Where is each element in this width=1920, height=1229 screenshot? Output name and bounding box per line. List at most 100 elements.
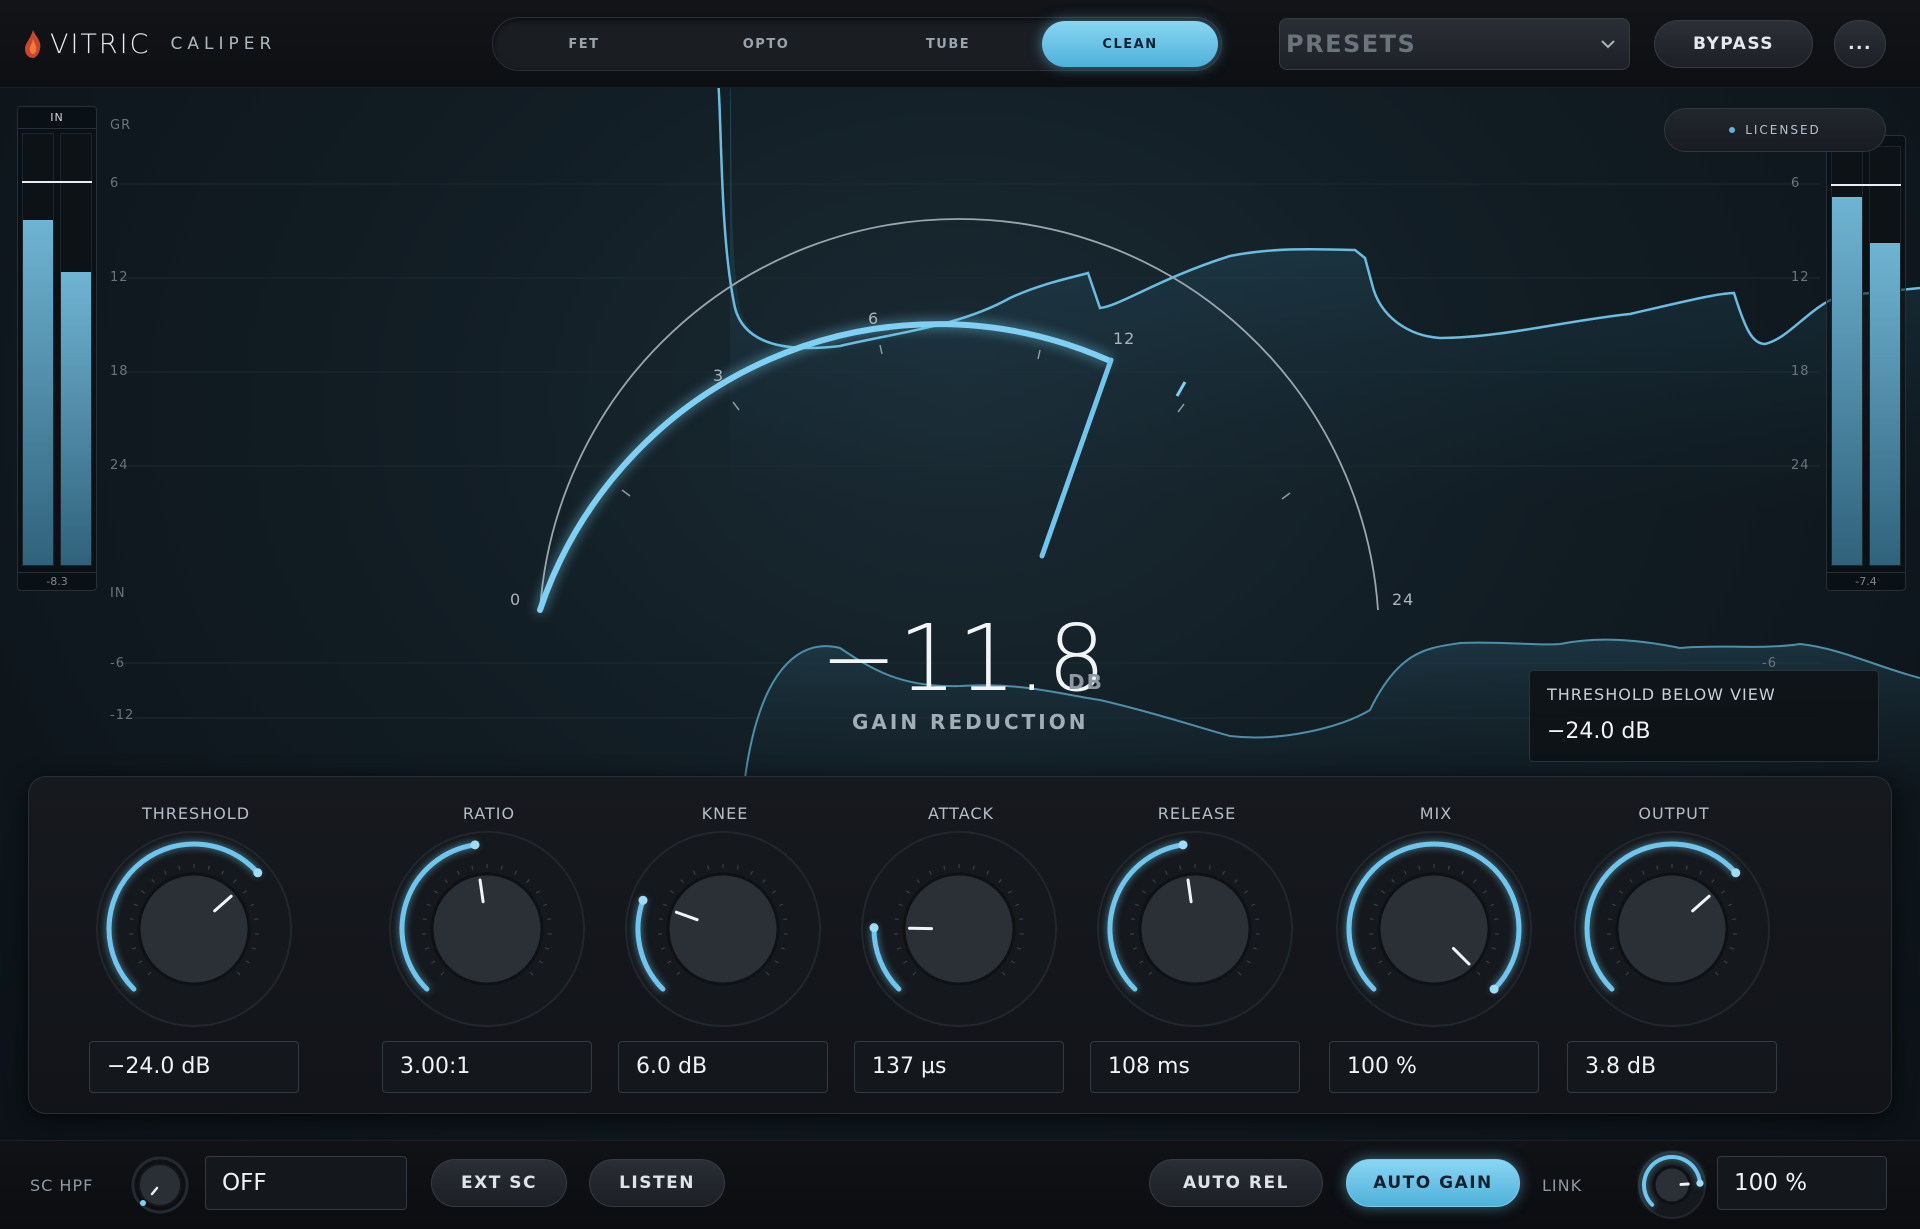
knob-value-dot xyxy=(1731,868,1741,878)
mix-value-field[interactable]: 100 % xyxy=(1329,1041,1539,1093)
knob-panel: THRESHOLD −24.0 dB RATIO 3.00:1 KNEE 6.0… xyxy=(28,776,1892,1114)
knob-tick xyxy=(1369,918,1374,921)
more-options-button[interactable]: ... xyxy=(1834,20,1886,68)
auto-gain-button[interactable]: AUTO GAIN xyxy=(1346,1159,1520,1207)
input-meter-left-track xyxy=(22,133,54,566)
threshold-label: THRESHOLD xyxy=(141,804,251,823)
output-meter-left-track xyxy=(1831,146,1863,566)
listen-button[interactable]: LISTEN xyxy=(589,1159,725,1207)
auto-release-button[interactable]: AUTO REL xyxy=(1149,1159,1323,1207)
mode-tab-tube[interactable]: TUBE xyxy=(860,21,1036,67)
link-knob[interactable] xyxy=(1637,1150,1707,1220)
knob-tick xyxy=(1607,918,1612,921)
knob-tick xyxy=(783,918,788,921)
release-value-field[interactable]: 108 ms xyxy=(1090,1041,1300,1093)
attack-value-field[interactable]: 137 µs xyxy=(854,1041,1064,1093)
in-scale-tick: -6 xyxy=(110,656,125,671)
gr-scale-tick: 6 xyxy=(110,176,120,191)
knob-tick xyxy=(658,918,663,921)
in-scale-label: IN xyxy=(110,586,126,601)
knob-face xyxy=(1377,872,1491,986)
link-label: LINK xyxy=(1542,1176,1583,1195)
input-meter-header: IN xyxy=(18,107,96,129)
input-meter: IN -8.3 xyxy=(17,106,97,591)
input-meter-peak xyxy=(22,180,92,183)
link-value-field[interactable]: 100 % xyxy=(1717,1156,1887,1210)
output-meter-right-track xyxy=(1869,146,1901,566)
mode-tab-opto[interactable]: OPTO xyxy=(678,21,854,67)
status-dot-icon xyxy=(1729,127,1736,133)
license-badge[interactable]: LICENSED xyxy=(1664,108,1886,152)
gain-reduction-value: −11.8 xyxy=(820,605,1107,712)
chevron-down-icon xyxy=(1601,40,1615,49)
ratio-value-field[interactable]: 3.00:1 xyxy=(382,1041,592,1093)
output-knob[interactable] xyxy=(1572,829,1772,1029)
presets-dropdown[interactable]: PRESETS xyxy=(1279,18,1630,70)
knob-tick xyxy=(1732,918,1737,921)
ratio-control: RATIO 3.00:1 xyxy=(382,777,596,1115)
gain-reduction-caption: GAIN REDUCTION xyxy=(852,710,1089,734)
knob-tick xyxy=(422,918,427,921)
gr-arc-label: 0 xyxy=(510,590,522,609)
sc-hpf-label: SC HPF xyxy=(30,1176,94,1195)
knob-value-dot xyxy=(253,868,263,878)
mode-tab-label: OPTO xyxy=(742,36,790,52)
input-meter-right-bar xyxy=(61,271,91,565)
knob-value-dot xyxy=(470,840,480,850)
threshold-value-field[interactable]: −24.0 dB xyxy=(89,1041,299,1093)
product-name: CALIPER xyxy=(170,34,277,54)
gr-arc-label: 12 xyxy=(1113,329,1136,348)
gain-reduction-unit: DB xyxy=(1068,670,1104,694)
knob-value-dot xyxy=(869,923,879,933)
knob-value-dot xyxy=(1696,1179,1704,1187)
mode-selector: FET OPTO TUBE CLEAN xyxy=(492,17,1222,71)
knob-face xyxy=(1615,872,1729,986)
output-value-field[interactable]: 3.8 dB xyxy=(1567,1041,1777,1093)
release-knob[interactable] xyxy=(1095,829,1295,1029)
threshold-tooltip-value: −24.0 dB xyxy=(1547,719,1651,744)
input-meter-left-bar xyxy=(23,220,53,565)
attack-knob[interactable] xyxy=(859,829,1059,1029)
knee-label: KNEE xyxy=(701,804,749,823)
sc-hpf-knob[interactable] xyxy=(130,1155,190,1215)
knob-face xyxy=(666,872,780,986)
output-label: OUTPUT xyxy=(1638,804,1710,823)
threshold-tooltip-title: THRESHOLD BELOW VIEW xyxy=(1547,685,1776,704)
gr-scale-tick: 12 xyxy=(110,270,129,285)
knee-control: KNEE 6.0 dB xyxy=(618,777,832,1115)
knob-tick xyxy=(1255,918,1260,921)
threshold-knob[interactable] xyxy=(94,829,294,1029)
knob-tick xyxy=(1019,918,1024,921)
mix-label: MIX xyxy=(1419,804,1453,823)
knob-face xyxy=(430,872,544,986)
right-scale-tick: -6 xyxy=(1762,656,1777,671)
output-control: OUTPUT 3.8 dB xyxy=(1567,777,1781,1115)
output-meter-right-bar xyxy=(1870,243,1900,565)
knob-tick xyxy=(1494,918,1499,921)
knee-knob[interactable] xyxy=(623,829,823,1029)
knob-face xyxy=(137,872,251,986)
gr-scale-tick: 18 xyxy=(110,364,129,379)
mix-control: MIX 100 % xyxy=(1329,777,1543,1115)
knob-value-dot xyxy=(1489,984,1499,994)
presets-label: PRESETS xyxy=(1286,30,1417,58)
top-bar: VITRIC CALIPER FET OPTO TUBE CLEAN PRESE… xyxy=(0,0,1920,88)
mode-tab-fet[interactable]: FET xyxy=(496,21,672,67)
threshold-control: THRESHOLD −24.0 dB xyxy=(89,777,303,1115)
bypass-button[interactable]: BYPASS xyxy=(1654,20,1813,68)
mode-tab-clean[interactable]: CLEAN xyxy=(1042,21,1218,67)
knob-value-dot xyxy=(638,895,648,905)
input-meter-value: -8.3 xyxy=(18,572,96,590)
sc-hpf-value-field[interactable]: OFF xyxy=(205,1156,407,1210)
mode-tab-label: CLEAN xyxy=(1102,36,1158,52)
ratio-knob[interactable] xyxy=(387,829,587,1029)
output-meter-value: -7.4 xyxy=(1827,572,1905,590)
mix-knob[interactable] xyxy=(1334,829,1534,1029)
gr-arc-label: 3 xyxy=(713,366,725,385)
brand-logo: VITRIC CALIPER xyxy=(22,26,276,62)
knob-value-dot xyxy=(1178,840,1188,850)
right-scale-tick: 12 xyxy=(1791,270,1810,285)
flame-icon xyxy=(25,30,41,58)
knee-value-field[interactable]: 6.0 dB xyxy=(618,1041,828,1093)
ext-sc-button[interactable]: EXT SC xyxy=(431,1159,567,1207)
